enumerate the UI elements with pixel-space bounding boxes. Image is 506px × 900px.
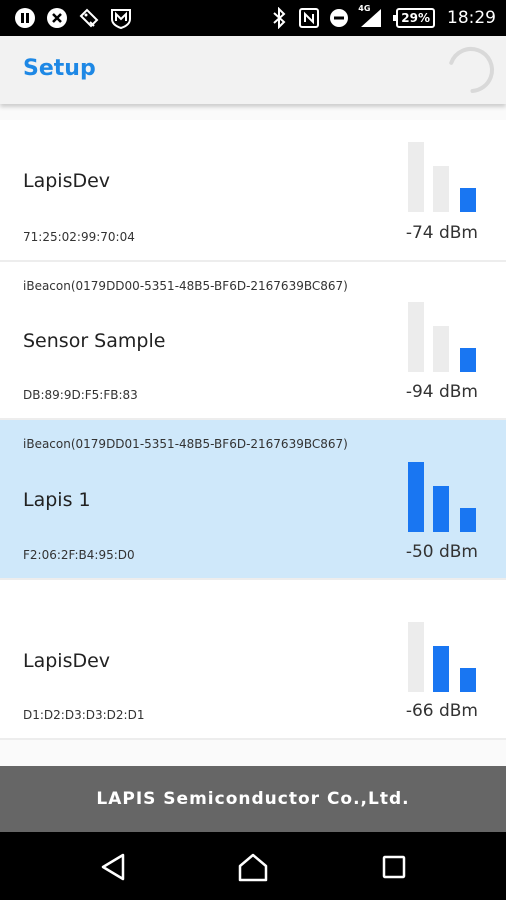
signal-bar: [460, 348, 476, 372]
status-system-icons: 4G 29% 18:29: [268, 4, 496, 29]
device-address: D1:D2:D3:D3:D2:D1: [23, 708, 145, 722]
status-clock: 18:29: [447, 8, 496, 28]
home-button[interactable]: [236, 850, 270, 884]
network-type-label: 4G: [358, 4, 371, 13]
recents-button[interactable]: [377, 850, 411, 884]
signal-bar: [433, 326, 449, 372]
signal-bar: [433, 166, 449, 212]
shield-m-icon: [110, 7, 132, 29]
bluetooth-icon: [268, 7, 290, 29]
home-icon: [238, 853, 268, 882]
signal-bar: [433, 486, 449, 532]
signal-strength-indicator: [405, 302, 480, 372]
device-name: LapisDev: [23, 170, 111, 192]
device-rssi: -66 dBm: [405, 701, 478, 721]
device-uuid: iBeacon(0179DD00-5351-48B5-BF6D-2167639B…: [23, 279, 348, 293]
signal-bar: [408, 302, 424, 372]
device-address: DB:89:9D:F5:FB:83: [23, 388, 138, 402]
page-title: Setup: [23, 56, 96, 81]
signal-bar: [460, 508, 476, 532]
company-footer: LAPIS Semiconductor Co.,Ltd.: [0, 766, 506, 832]
pet-tag-icon: [78, 7, 100, 29]
app-bar: Setup: [0, 36, 506, 104]
signal-bar: [433, 646, 449, 692]
signal-bar: [460, 188, 476, 212]
pause-circle-icon: [14, 7, 36, 29]
device-list[interactable]: LapisDev 71:25:02:99:70:04 -74 dBm iBeac…: [0, 104, 506, 766]
device-name: Lapis 1: [23, 489, 91, 511]
navigation-bar: [0, 832, 506, 900]
back-icon: [101, 853, 125, 881]
signal-strength-indicator: [405, 622, 480, 692]
device-rssi: -50 dBm: [405, 542, 478, 562]
status-notification-icons: [14, 7, 132, 29]
device-row[interactable]: LapisDev D1:D2:D3:D3:D2:D1 -66 dBm: [0, 580, 506, 740]
device-name: Sensor Sample: [23, 330, 166, 352]
nfc-icon: [298, 7, 320, 29]
recents-icon: [382, 855, 406, 879]
device-address: F2:06:2F:B4:95:D0: [23, 548, 135, 562]
signal-strength-indicator: [405, 142, 480, 212]
battery-indicator: 29%: [393, 8, 435, 28]
do-not-disturb-icon: [328, 7, 350, 29]
close-circle-icon: [46, 7, 68, 29]
back-button[interactable]: [96, 850, 130, 884]
device-name: LapisDev: [23, 650, 111, 672]
device-uuid: iBeacon(0179DD01-5351-48B5-BF6D-2167639B…: [23, 437, 348, 451]
signal-bar: [408, 622, 424, 692]
device-address: 71:25:02:99:70:04: [23, 230, 135, 244]
signal-bar: [408, 142, 424, 212]
device-row[interactable]: LapisDev 71:25:02:99:70:04 -74 dBm: [0, 120, 506, 262]
signal-bar: [460, 668, 476, 692]
device-row[interactable]: iBeacon(0179DD00-5351-48B5-BF6D-2167639B…: [0, 262, 506, 420]
device-rssi: -74 dBm: [405, 223, 478, 243]
signal-bar: [408, 462, 424, 532]
company-name: LAPIS Semiconductor Co.,Ltd.: [96, 789, 410, 809]
loading-spinner-icon: [446, 45, 496, 95]
status-bar: 4G 29% 18:29: [0, 0, 506, 36]
signal-4g-icon: 4G: [358, 4, 384, 29]
device-row[interactable]: iBeacon(0179DD01-5351-48B5-BF6D-2167639B…: [0, 420, 506, 580]
device-rssi: -94 dBm: [405, 382, 478, 402]
signal-strength-indicator: [405, 462, 480, 532]
